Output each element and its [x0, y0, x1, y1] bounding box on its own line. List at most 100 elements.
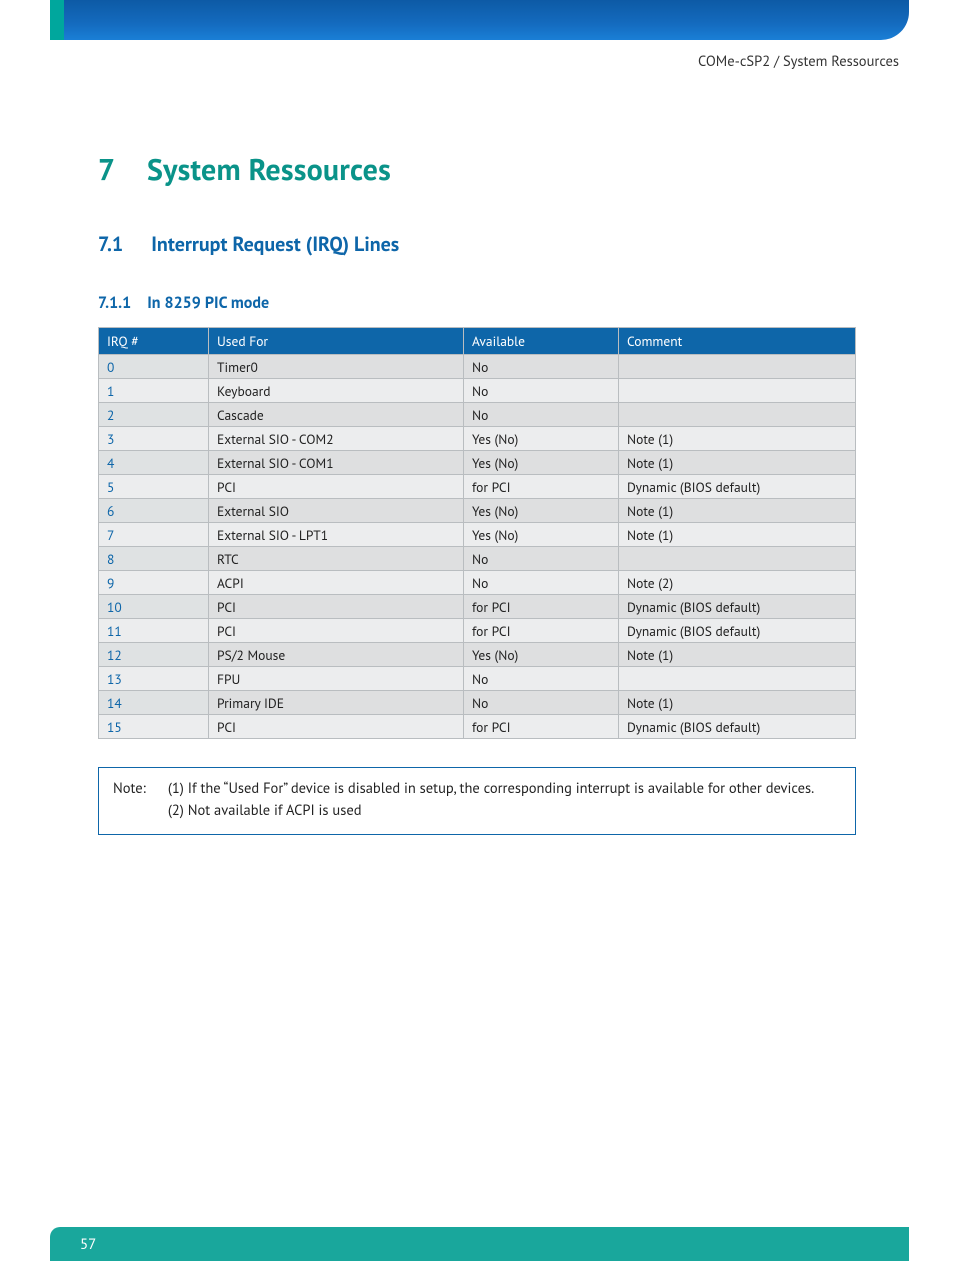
table-row: 3External SIO - COM2Yes (No)Note (1)	[99, 427, 856, 451]
cell-irq: 15	[99, 715, 209, 739]
cell-irq: 5	[99, 475, 209, 499]
cell-available: Yes (No)	[464, 499, 619, 523]
cell-used: Primary IDE	[209, 691, 464, 715]
cell-used: External SIO - COM2	[209, 427, 464, 451]
chapter-number: 7	[98, 150, 115, 189]
cell-used: External SIO	[209, 499, 464, 523]
cell-used: PCI	[209, 619, 464, 643]
subsection-number: 7.1.1	[98, 293, 131, 313]
header-band	[50, 0, 909, 40]
cell-used: ACPI	[209, 571, 464, 595]
cell-used: External SIO - COM1	[209, 451, 464, 475]
cell-irq: 14	[99, 691, 209, 715]
cell-used: PCI	[209, 715, 464, 739]
irq-table: IRQ # Used For Available Comment 0Timer0…	[98, 327, 856, 739]
cell-irq: 3	[99, 427, 209, 451]
section-number: 7.1	[98, 231, 123, 257]
cell-comment: Note (1)	[619, 523, 856, 547]
cell-available: Yes (No)	[464, 523, 619, 547]
header-accent	[50, 0, 64, 40]
cell-irq: 11	[99, 619, 209, 643]
table-row: 13FPUNo	[99, 667, 856, 691]
cell-comment: Dynamic (BIOS default)	[619, 595, 856, 619]
cell-available: No	[464, 403, 619, 427]
table-row: 9ACPINoNote (2)	[99, 571, 856, 595]
table-row: 11PCIfor PCIDynamic (BIOS default)	[99, 619, 856, 643]
cell-used: PS/2 Mouse	[209, 643, 464, 667]
table-row: 6External SIOYes (No)Note (1)	[99, 499, 856, 523]
cell-used: Keyboard	[209, 379, 464, 403]
note-line-1: (1) If the “Used For” device is disabled…	[168, 778, 814, 800]
table-row: 14Primary IDENoNote (1)	[99, 691, 856, 715]
note-box: Note: (1) If the “Used For” device is di…	[98, 767, 856, 835]
table-row: 12PS/2 MouseYes (No)Note (1)	[99, 643, 856, 667]
table-row: 5PCIfor PCIDynamic (BIOS default)	[99, 475, 856, 499]
cell-used: FPU	[209, 667, 464, 691]
cell-available: for PCI	[464, 475, 619, 499]
cell-available: No	[464, 691, 619, 715]
cell-comment: Note (1)	[619, 643, 856, 667]
page-number: 57	[80, 1235, 96, 1254]
cell-comment: Note (1)	[619, 691, 856, 715]
cell-available: No	[464, 379, 619, 403]
col-header-available: Available	[464, 328, 619, 355]
table-row: 10PCIfor PCIDynamic (BIOS default)	[99, 595, 856, 619]
cell-available: No	[464, 355, 619, 379]
cell-comment: Note (1)	[619, 427, 856, 451]
note-label: Note:	[113, 778, 146, 822]
table-row: 0Timer0No	[99, 355, 856, 379]
cell-used: External SIO - LPT1	[209, 523, 464, 547]
cell-irq: 0	[99, 355, 209, 379]
table-header-row: IRQ # Used For Available Comment	[99, 328, 856, 355]
cell-comment: Note (1)	[619, 499, 856, 523]
cell-comment	[619, 547, 856, 571]
cell-comment	[619, 403, 856, 427]
cell-available: for PCI	[464, 715, 619, 739]
cell-irq: 4	[99, 451, 209, 475]
cell-irq: 7	[99, 523, 209, 547]
cell-available: Yes (No)	[464, 427, 619, 451]
cell-available: No	[464, 547, 619, 571]
table-row: 4External SIO - COM1Yes (No)Note (1)	[99, 451, 856, 475]
subsection-heading: 7.1.1 In 8259 PIC mode	[98, 293, 856, 313]
cell-comment	[619, 355, 856, 379]
table-row: 2CascadeNo	[99, 403, 856, 427]
cell-irq: 13	[99, 667, 209, 691]
cell-comment: Dynamic (BIOS default)	[619, 619, 856, 643]
cell-used: PCI	[209, 475, 464, 499]
cell-available: Yes (No)	[464, 643, 619, 667]
cell-used: Cascade	[209, 403, 464, 427]
cell-comment	[619, 379, 856, 403]
table-row: 15PCIfor PCIDynamic (BIOS default)	[99, 715, 856, 739]
cell-used: PCI	[209, 595, 464, 619]
subsection-title: In 8259 PIC mode	[147, 293, 269, 313]
cell-irq: 9	[99, 571, 209, 595]
footer-band: 57	[50, 1227, 909, 1261]
cell-available: No	[464, 667, 619, 691]
cell-irq: 10	[99, 595, 209, 619]
section-heading: 7.1 Interrupt Request (IRQ) Lines	[98, 231, 856, 257]
cell-comment: Note (1)	[619, 451, 856, 475]
cell-irq: 2	[99, 403, 209, 427]
chapter-title: System Ressources	[147, 150, 391, 189]
cell-comment	[619, 667, 856, 691]
cell-available: Yes (No)	[464, 451, 619, 475]
chapter-heading: 7 System Ressources	[98, 150, 856, 189]
table-row: 7External SIO - LPT1Yes (No)Note (1)	[99, 523, 856, 547]
col-header-used: Used For	[209, 328, 464, 355]
cell-used: Timer0	[209, 355, 464, 379]
cell-available: No	[464, 571, 619, 595]
cell-comment: Dynamic (BIOS default)	[619, 475, 856, 499]
table-row: 1KeyboardNo	[99, 379, 856, 403]
cell-used: RTC	[209, 547, 464, 571]
content-area: 7 System Ressources 7.1 Interrupt Reques…	[98, 150, 856, 835]
section-title: Interrupt Request (IRQ) Lines	[151, 231, 399, 257]
cell-comment: Note (2)	[619, 571, 856, 595]
cell-irq: 12	[99, 643, 209, 667]
cell-irq: 1	[99, 379, 209, 403]
cell-irq: 8	[99, 547, 209, 571]
cell-comment: Dynamic (BIOS default)	[619, 715, 856, 739]
note-body: (1) If the “Used For” device is disabled…	[168, 778, 814, 822]
note-line-2: (2) Not available if ACPI is used	[168, 800, 814, 822]
table-row: 8RTCNo	[99, 547, 856, 571]
